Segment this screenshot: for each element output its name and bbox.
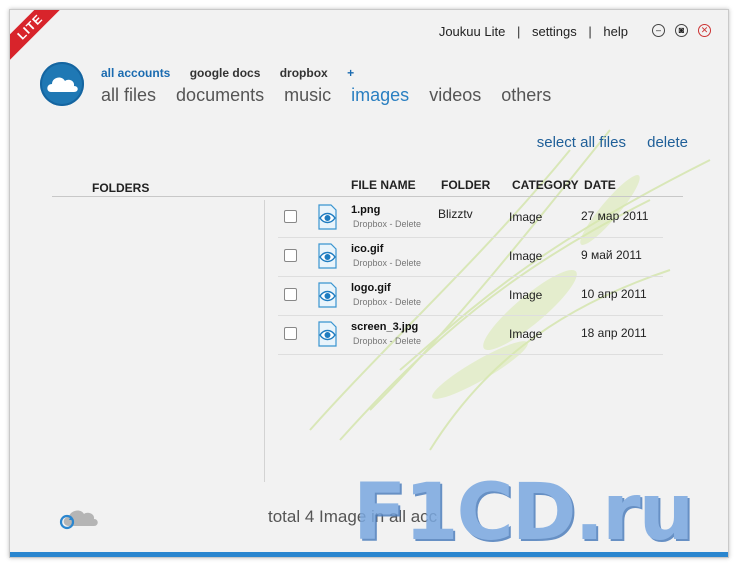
cloud-icon: [47, 77, 78, 92]
top-menu: Joukuu Lite | settings | help: [439, 24, 628, 39]
minimize-button[interactable]: –: [652, 24, 665, 37]
file-name[interactable]: screen_3.jpg: [351, 321, 418, 333]
column-header-folder[interactable]: FOLDER: [441, 178, 490, 192]
row-checkbox[interactable]: [284, 210, 297, 223]
image-file-eye-icon: [318, 204, 337, 230]
file-date: 10 апр 2011: [581, 287, 647, 301]
divider: [264, 200, 265, 482]
file-category: Image: [509, 327, 543, 341]
file-category: Image: [509, 210, 543, 224]
sync-cloud-icon[interactable]: [57, 502, 99, 530]
maximize-button[interactable]: ◙: [675, 24, 688, 37]
table-row[interactable]: 1.png Dropbox - Delete Blizztv Image 27 …: [278, 198, 663, 238]
file-date: 27 мар 2011: [581, 209, 649, 223]
image-file-eye-icon: [318, 282, 337, 308]
joukuu-logo: [40, 62, 84, 106]
file-date: 9 май 2011: [581, 248, 642, 262]
tab-images[interactable]: images: [351, 85, 409, 105]
file-name[interactable]: logo.gif: [351, 282, 391, 294]
account-dropbox[interactable]: dropbox: [280, 66, 328, 80]
settings-link[interactable]: settings: [532, 24, 577, 39]
file-category: Image: [509, 249, 543, 263]
column-header-category[interactable]: CATEGORY: [512, 178, 579, 192]
file-category: Image: [509, 288, 543, 302]
file-folder: Blizztv: [438, 207, 473, 221]
close-button[interactable]: ✕: [698, 24, 711, 37]
file-source: Dropbox - Delete: [353, 336, 422, 346]
help-link[interactable]: help: [603, 24, 628, 39]
file-date: 18 апр 2011: [581, 326, 647, 340]
account-filter: all accounts google docs dropbox +: [101, 66, 370, 80]
file-source: Dropbox - Delete: [353, 297, 422, 307]
divider: [52, 196, 280, 197]
column-header-date[interactable]: DATE: [584, 178, 616, 192]
tab-others[interactable]: others: [501, 85, 551, 105]
account-all[interactable]: all accounts: [101, 66, 170, 80]
add-account-button[interactable]: +: [347, 66, 354, 80]
column-header-file-name[interactable]: FILE NAME: [351, 178, 416, 192]
lite-badge: LITE: [10, 10, 67, 64]
row-checkbox[interactable]: [284, 249, 297, 262]
image-file-eye-icon: [318, 321, 337, 347]
table-row[interactable]: screen_3.jpg Dropbox - Delete Image 18 а…: [278, 315, 663, 355]
row-checkbox[interactable]: [284, 288, 297, 301]
image-file-eye-icon: [318, 243, 337, 269]
folders-title: FOLDERS: [92, 181, 150, 195]
tab-all-files[interactable]: all files: [101, 85, 156, 105]
separator: |: [516, 24, 521, 39]
category-tabs: all files documents music images videos …: [101, 85, 566, 106]
table-row[interactable]: ico.gif Dropbox - Delete Image 9 май 201…: [278, 237, 663, 277]
watermark: F1CD.ru: [353, 468, 694, 558]
row-checkbox[interactable]: [284, 327, 297, 340]
tab-music[interactable]: music: [284, 85, 331, 105]
separator: |: [588, 24, 592, 39]
file-name[interactable]: ico.gif: [351, 243, 383, 255]
account-google-docs[interactable]: google docs: [190, 66, 261, 80]
select-all-button[interactable]: select all files: [537, 134, 626, 151]
tab-documents[interactable]: documents: [176, 85, 264, 105]
file-source: Dropbox - Delete: [353, 219, 422, 229]
app-title: Joukuu Lite: [438, 24, 506, 39]
file-name[interactable]: 1.png: [351, 204, 380, 216]
table-row[interactable]: logo.gif Dropbox - Delete Image 10 апр 2…: [278, 276, 663, 316]
divider: [278, 196, 683, 197]
delete-button[interactable]: delete: [647, 134, 688, 151]
tab-videos[interactable]: videos: [429, 85, 481, 105]
file-actions: select all files delete: [520, 134, 688, 151]
file-source: Dropbox - Delete: [353, 258, 422, 268]
